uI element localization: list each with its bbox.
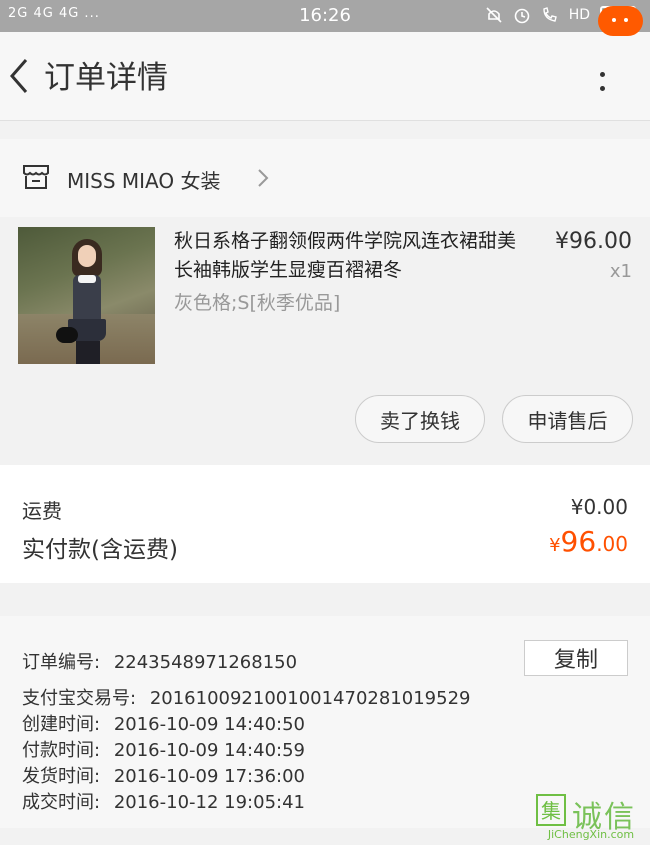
header: 订单详情	[0, 32, 650, 121]
paid-time: 2016-10-09 14:40:59	[113, 740, 305, 761]
message-icon[interactable]	[598, 6, 643, 36]
chevron-right-icon	[258, 169, 269, 187]
product-price: ¥96.00	[555, 229, 632, 254]
product-title[interactable]: 秋日系格子翻领假两件学院风连衣裙甜美长袖韩版学生显瘦百褶裙冬	[174, 227, 524, 285]
watermark-logo: 集 诚信 JiChengXin.com	[532, 790, 650, 845]
paid-label: 实付款(含运费)	[22, 537, 178, 563]
paid-row: 付款时间: 2016-10-09 14:40:59	[22, 736, 305, 762]
shipping-label: 运费	[22, 499, 62, 523]
mute-icon	[486, 7, 502, 23]
paid-amount: ¥96.00	[549, 525, 628, 558]
alipay-row: 支付宝交易号: 2016100921001001470281019529	[22, 684, 470, 710]
created-time: 2016-10-09 14:40:50	[113, 714, 305, 735]
product-sku: 灰色格;S[秋季优品]	[174, 292, 341, 314]
order-number-row: 订单编号: 2243548971268150	[22, 648, 297, 674]
alarm-icon	[514, 8, 529, 24]
shop-name[interactable]: MISS MIAO 女装	[67, 165, 221, 194]
completed-label: 成交时间:	[22, 792, 101, 813]
after-sale-button[interactable]: 申请售后	[502, 395, 633, 443]
status-bar: 2G 4G 4G ... 16:26 HD ⚡	[0, 0, 650, 32]
alipay-number: 2016100921001001470281019529	[149, 688, 471, 709]
shop-row[interactable]: MISS MIAO 女装	[0, 139, 650, 217]
completed-row: 成交时间: 2016-10-12 19:05:41	[22, 788, 305, 814]
order-number: 2243548971268150	[113, 652, 298, 673]
copy-button[interactable]: 复制	[524, 640, 628, 676]
back-arrow-icon[interactable]	[8, 54, 48, 98]
paid-integer: 96	[560, 525, 597, 558]
hd-label: HD	[568, 7, 590, 23]
shop-icon	[23, 165, 49, 189]
shipped-time: 2016-10-09 17:36:00	[113, 766, 305, 787]
sell-button[interactable]: 卖了换钱	[355, 395, 485, 443]
paid-currency: ¥	[549, 535, 561, 556]
order-number-label: 订单编号:	[22, 652, 101, 673]
completed-time: 2016-10-12 19:05:41	[113, 792, 305, 813]
order-item[interactable]: 秋日系格子翻领假两件学院风连衣裙甜美长袖韩版学生显瘦百褶裙冬 灰色格;S[秋季优…	[0, 217, 650, 465]
call-icon	[542, 7, 557, 22]
page-title: 订单详情	[44, 60, 168, 96]
paid-decimal: .00	[596, 532, 628, 556]
totals-section: 运费 ¥0.00 实付款(含运费) ¥96.00	[0, 465, 650, 583]
alipay-label: 支付宝交易号:	[22, 688, 137, 709]
shipped-label: 发货时间:	[22, 766, 101, 787]
more-menu-icon[interactable]	[596, 72, 608, 94]
product-quantity: x1	[609, 261, 632, 282]
product-image[interactable]	[18, 227, 155, 364]
watermark-sub: JiChengXin.com	[547, 828, 635, 841]
shipped-row: 发货时间: 2016-10-09 17:36:00	[22, 762, 305, 788]
paid-time-label: 付款时间:	[22, 740, 101, 761]
created-row: 创建时间: 2016-10-09 14:40:50	[22, 710, 305, 736]
shipping-value: ¥0.00	[570, 495, 628, 519]
created-label: 创建时间:	[22, 714, 101, 735]
watermark-glyph: 集	[536, 794, 566, 826]
